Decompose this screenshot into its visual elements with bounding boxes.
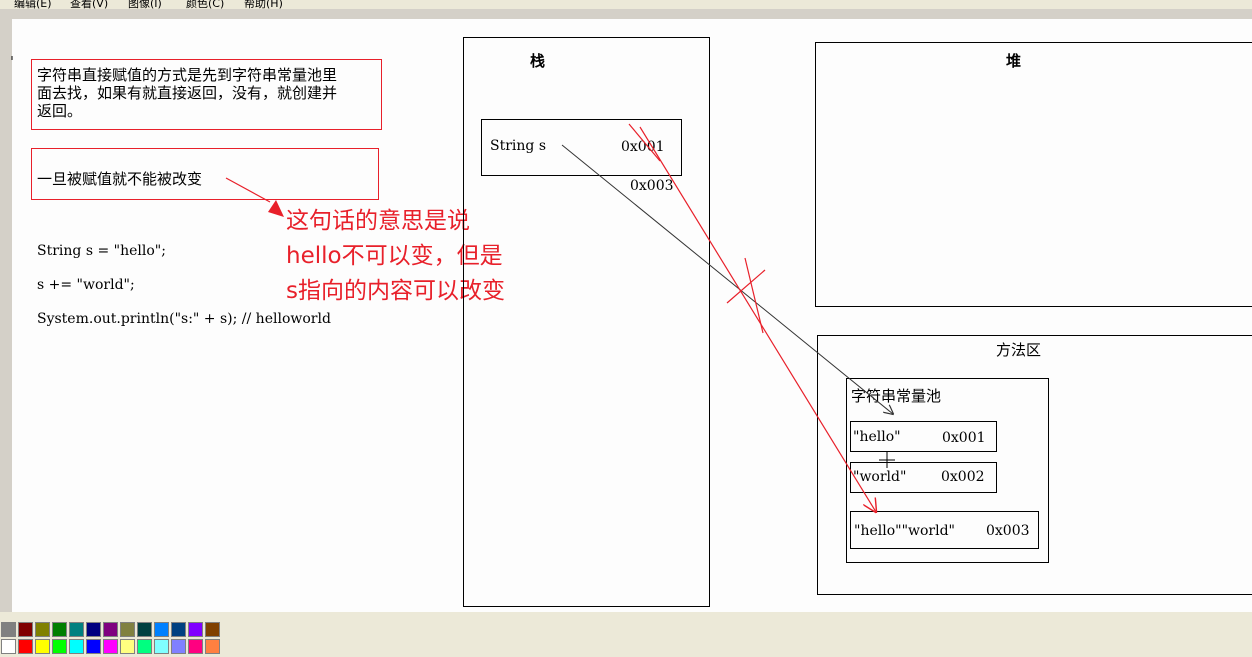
palette-swatch[interactable] <box>69 622 84 637</box>
palette-swatch[interactable] <box>205 639 220 654</box>
palette-swatch[interactable] <box>35 639 50 654</box>
palette-swatch[interactable] <box>103 622 118 637</box>
annotation-arrow-line <box>225 177 271 203</box>
palette-swatch[interactable] <box>103 639 118 654</box>
palette-swatch[interactable] <box>188 622 203 637</box>
palette-swatch[interactable] <box>69 639 84 654</box>
strike-old-addr <box>628 123 661 162</box>
palette-swatch[interactable] <box>86 622 101 637</box>
palette-swatch[interactable] <box>52 622 67 637</box>
palette-swatch[interactable] <box>52 639 67 654</box>
palette-swatch[interactable] <box>18 639 33 654</box>
palette-swatch[interactable] <box>137 639 152 654</box>
palette-swatch[interactable] <box>171 622 186 637</box>
pointer-to-helloworld-line <box>639 126 876 512</box>
palette-swatch[interactable] <box>18 622 33 637</box>
annotation-arrow-head <box>268 200 284 217</box>
palette-swatch[interactable] <box>171 639 186 654</box>
palette-swatch[interactable] <box>120 639 135 654</box>
palette-swatch[interactable] <box>188 639 203 654</box>
arrows-overlay <box>11 56 895 657</box>
color-palette <box>0 622 222 657</box>
palette-swatch[interactable] <box>137 622 152 637</box>
palette-swatch[interactable] <box>35 622 50 637</box>
pointer-to-hello-line <box>561 144 893 414</box>
palette-swatch[interactable] <box>205 622 220 637</box>
palette-swatch[interactable] <box>154 622 169 637</box>
palette-swatch[interactable] <box>154 639 169 654</box>
cross-mark-b <box>726 269 766 304</box>
palette-swatch[interactable] <box>86 639 101 654</box>
palette-swatch[interactable] <box>120 622 135 637</box>
palette-swatch[interactable] <box>1 639 16 654</box>
palette-swatch[interactable] <box>1 622 16 637</box>
